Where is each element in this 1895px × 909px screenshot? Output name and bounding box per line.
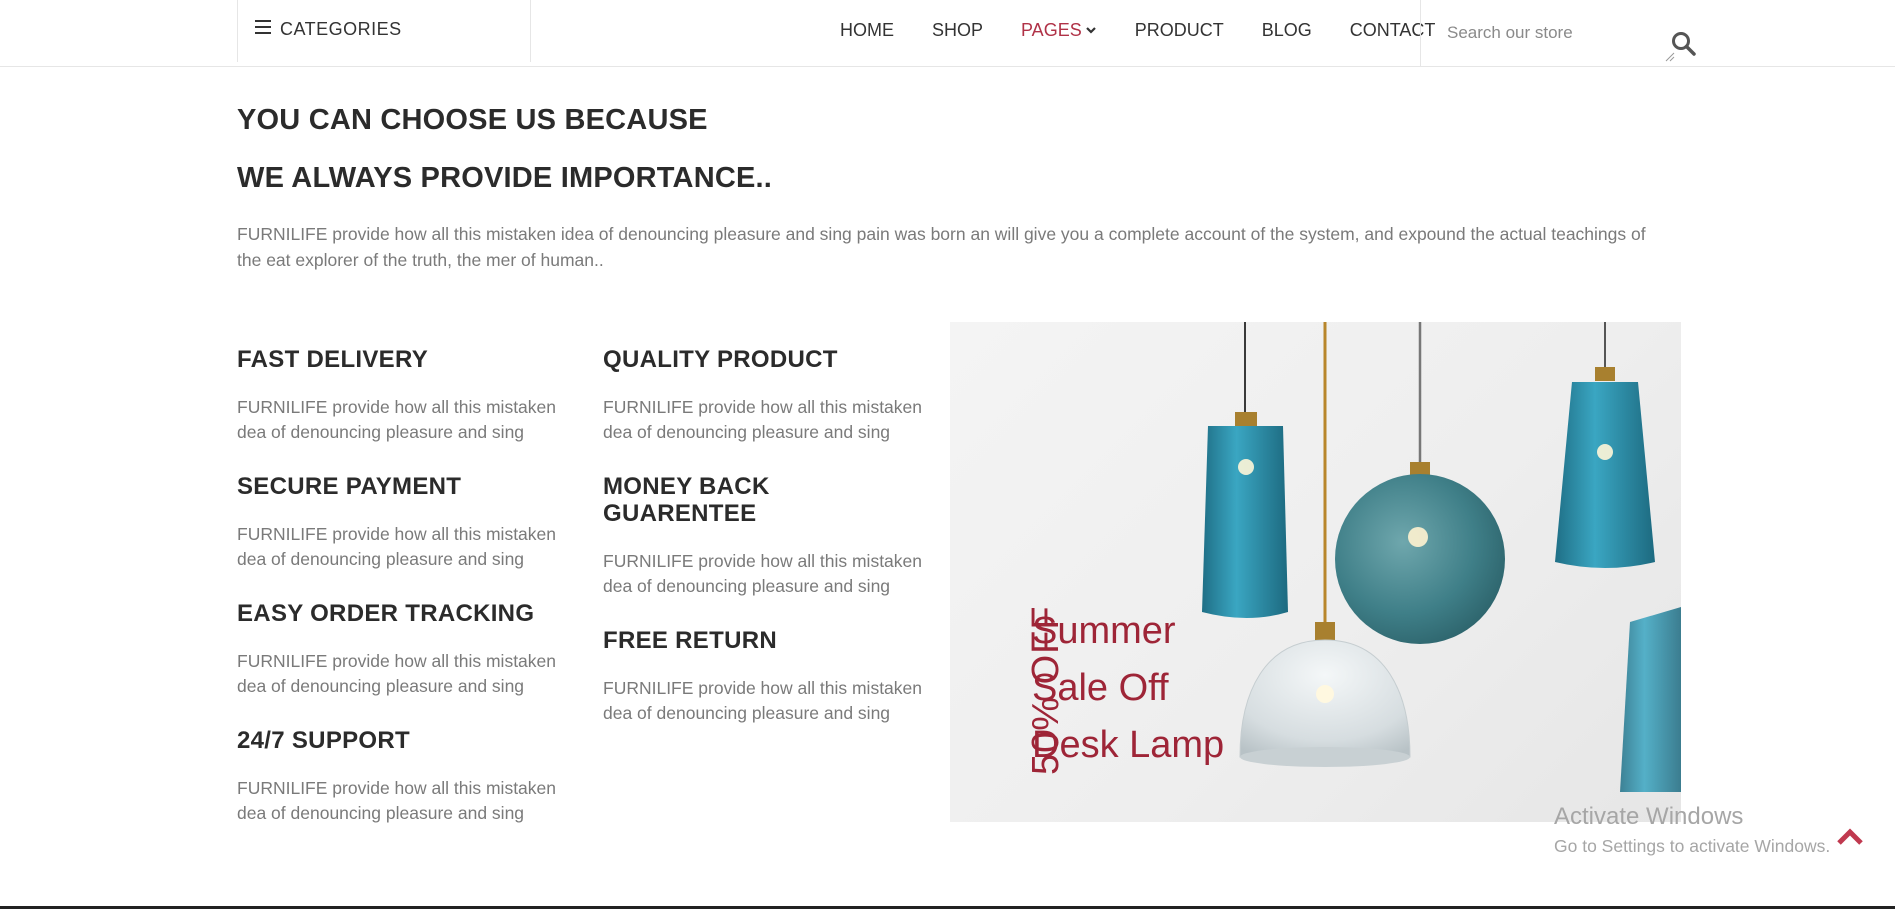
search-icon[interactable] bbox=[1670, 30, 1698, 58]
promo-line-sale: Sale Off bbox=[1032, 667, 1169, 709]
nav-product[interactable]: PRODUCT bbox=[1135, 0, 1224, 62]
chevron-down-icon bbox=[1085, 27, 1096, 34]
feature-quality-product: QUALITY PRODUCT FURNILIFE provide how al… bbox=[603, 346, 933, 445]
feature-text: FURNILIFE provide how all this mistaken … bbox=[237, 397, 556, 442]
feature-title: QUALITY PRODUCT bbox=[603, 346, 838, 373]
feature-text: FURNILIFE provide how all this mistaken … bbox=[603, 551, 922, 596]
feature-title: 24/7 SUPPORT bbox=[237, 727, 410, 754]
feature-title: FAST DELIVERY bbox=[237, 346, 429, 373]
feature-money-back: MONEY BACK GUARENTEE FURNILIFE provide h… bbox=[603, 473, 922, 599]
nav-home[interactable]: HOME bbox=[840, 0, 894, 62]
feature-text: FURNILIFE provide how all this mistaken … bbox=[237, 651, 556, 696]
search-box bbox=[1420, 0, 1700, 66]
nav-pages[interactable]: PAGES bbox=[1021, 0, 1097, 62]
activate-windows-title: Activate Windows bbox=[1554, 803, 1744, 830]
menu-icon bbox=[255, 20, 271, 34]
nav-shop[interactable]: SHOP bbox=[932, 0, 983, 62]
feature-fast-delivery: FAST DELIVERY FURNILIFE provide how all … bbox=[237, 346, 567, 445]
feature-text: FURNILIFE provide how all this mistaken … bbox=[603, 678, 922, 723]
categories-label: CATEGORIES bbox=[280, 19, 402, 39]
feature-title: MONEY BACK GUARENTEE bbox=[603, 473, 770, 527]
feature-support: 24/7 SUPPORT FURNILIFE provide how all t… bbox=[237, 727, 567, 826]
feature-text: FURNILIFE provide how all this mistaken … bbox=[237, 778, 556, 823]
feature-secure-payment: SECURE PAYMENT FURNILIFE provide how all… bbox=[237, 473, 567, 572]
feature-title: EASY ORDER TRACKING bbox=[237, 600, 535, 627]
promo-line-summer: Summer bbox=[1032, 610, 1176, 652]
promo-line-product: Desk Lamp bbox=[1032, 724, 1225, 766]
page-heading-primary: YOU CAN CHOOSE US BECAUSE bbox=[237, 104, 708, 136]
feature-title: FREE RETURN bbox=[603, 627, 777, 654]
categories-menu-button[interactable]: CATEGORIES bbox=[237, 0, 531, 62]
feature-text: FURNILIFE provide how all this mistaken … bbox=[603, 397, 922, 442]
feature-title: SECURE PAYMENT bbox=[237, 473, 462, 500]
main-nav: HOME SHOP PAGES PRODUCT BLOG CONTACT bbox=[840, 0, 1473, 62]
nav-blog[interactable]: BLOG bbox=[1262, 0, 1312, 62]
scroll-to-top-icon[interactable] bbox=[1835, 825, 1865, 849]
activate-windows-subtitle: Go to Settings to activate Windows. bbox=[1554, 836, 1831, 856]
page-heading-secondary: WE ALWAYS PROVIDE IMPORTANCE.. bbox=[237, 162, 773, 194]
intro-paragraph: FURNILIFE provide how all this mistaken … bbox=[237, 224, 1646, 270]
feature-free-return: FREE RETURN FURNILIFE provide how all th… bbox=[603, 627, 933, 726]
feature-text: FURNILIFE provide how all this mistaken … bbox=[237, 524, 556, 569]
feature-easy-order-tracking: EASY ORDER TRACKING FURNILIFE provide ho… bbox=[237, 600, 567, 699]
site-header: CATEGORIES HOME SHOP PAGES PRODUCT BLOG … bbox=[0, 0, 1895, 67]
nav-pages-label: PAGES bbox=[1021, 19, 1082, 40]
search-input[interactable] bbox=[1447, 18, 1667, 48]
